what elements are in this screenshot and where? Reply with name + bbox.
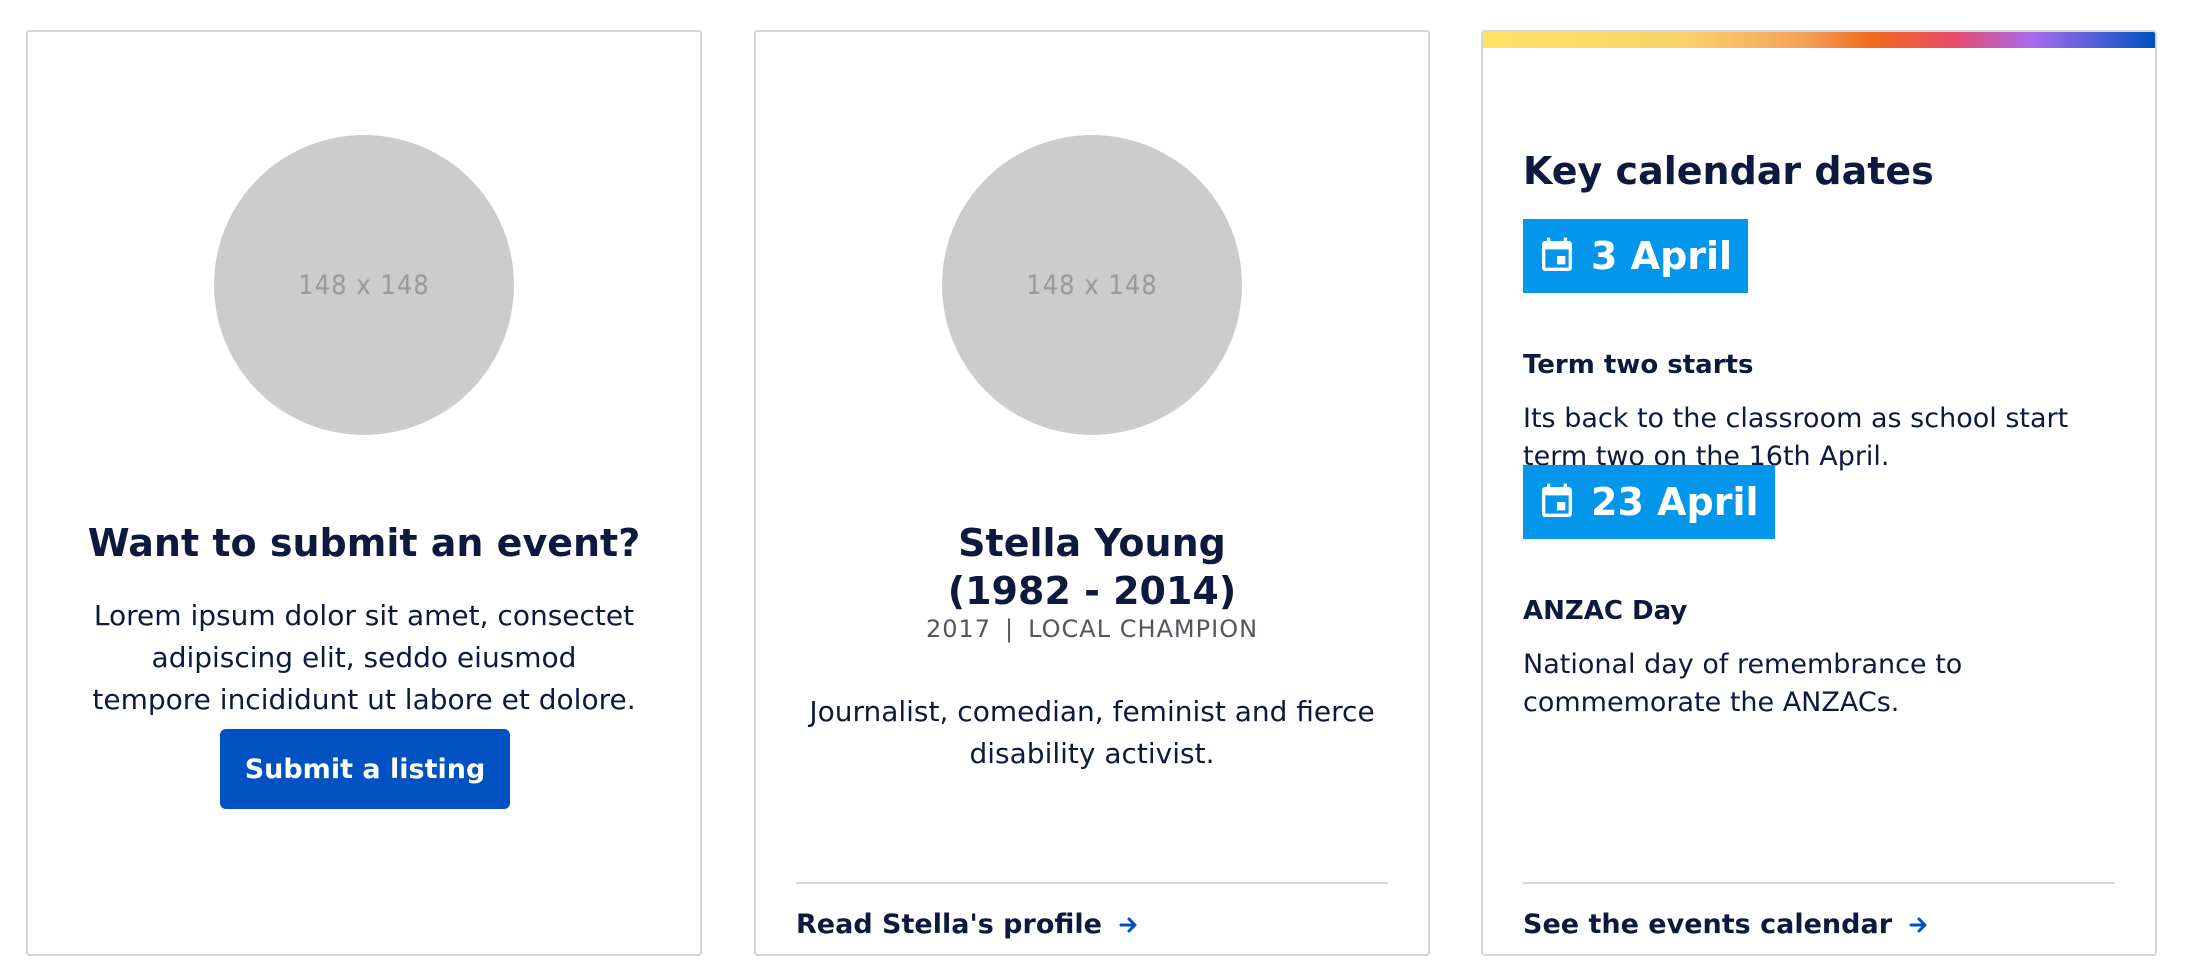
card-title: Want to submit an event?	[87, 521, 641, 565]
calendar-icon	[1537, 236, 1577, 276]
calendar-heading: Key calendar dates	[1523, 149, 1934, 193]
image-placeholder-label: 148 x 148	[298, 269, 430, 301]
read-profile-link[interactable]: Read Stella's profile	[796, 909, 1140, 940]
arrow-right-icon	[1908, 914, 1930, 936]
profile-image-placeholder: 148 x 148	[942, 135, 1242, 435]
submit-listing-button[interactable]: Submit a listing	[220, 729, 510, 809]
submit-event-card: 148 x 148 Want to submit an event? Lorem…	[26, 30, 702, 956]
profile-card: 148 x 148 Stella Young (1982 - 2014) 201…	[754, 30, 1430, 956]
calendar-icon	[1537, 482, 1577, 522]
event-description: National day of remembrance to commemora…	[1523, 649, 1963, 718]
date-chip-label: 23 April	[1591, 480, 1759, 524]
profile-year: 2017	[925, 615, 992, 643]
read-profile-link-label: Read Stella's profile	[796, 909, 1102, 940]
event-title: ANZAC Day	[1523, 596, 1688, 626]
divider	[796, 882, 1388, 884]
profile-category: LOCAL CHAMPION	[1028, 615, 1259, 643]
profile-description: Journalist, comedian, feminist and fierc…	[809, 695, 1375, 770]
date-chip: 3 April	[1523, 219, 1749, 293]
profile-name: Stella Young (1982 - 2014)	[796, 519, 1388, 615]
date-chip: 23 April	[1523, 465, 1775, 539]
event-title: Term two starts	[1523, 350, 1754, 380]
profile-lifespan: (1982 - 2014)	[947, 569, 1237, 613]
meta-separator: |	[1005, 615, 1015, 643]
submit-listing-button-label: Submit a listing	[244, 753, 486, 785]
date-chip-label: 3 April	[1591, 234, 1733, 278]
profile-meta: 2017 | LOCAL CHAMPION	[796, 615, 1388, 643]
arrow-right-icon	[1118, 914, 1140, 936]
divider	[1523, 882, 2115, 884]
events-calendar-link[interactable]: See the events calendar	[1523, 909, 1930, 940]
image-placeholder: 148 x 148	[214, 135, 514, 435]
calendar-card: Key calendar dates 3 April Term two star…	[1481, 30, 2157, 956]
profile-name-line: Stella Young	[958, 521, 1226, 565]
events-calendar-link-label: See the events calendar	[1523, 909, 1893, 940]
card-body: Lorem ipsum dolor sit amet, consectet ad…	[92, 599, 636, 716]
image-placeholder-label: 148 x 148	[1026, 269, 1158, 301]
gradient-accent-bar	[1483, 32, 2155, 48]
